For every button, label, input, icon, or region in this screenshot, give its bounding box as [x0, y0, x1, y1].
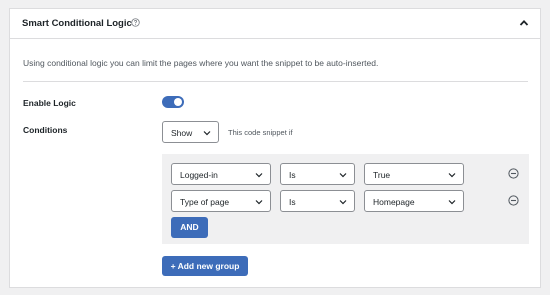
chevron-up-icon[interactable]: [519, 18, 529, 28]
rule-1-value: True: [373, 170, 391, 180]
chevron-down-icon: [448, 200, 456, 205]
rule-1-operator-select[interactable]: Is: [280, 163, 355, 185]
rule-1-operator-value: Is: [289, 170, 296, 180]
remove-rule-1-icon[interactable]: [508, 168, 519, 179]
chevron-down-icon: [255, 200, 263, 205]
rule-2-operator-select[interactable]: Is: [280, 190, 355, 212]
rule-2-value-select[interactable]: Homepage: [364, 190, 464, 212]
rule-2-field-select[interactable]: Type of page: [171, 190, 271, 212]
show-hide-value: Show: [171, 128, 193, 138]
chevron-down-icon: [203, 131, 211, 136]
rule-1-field-value: Logged-in: [180, 170, 218, 180]
smart-conditional-logic-panel: Smart Conditional Logic Using conditiona…: [9, 8, 541, 288]
help-circle-icon[interactable]: [131, 18, 140, 27]
enable-logic-label: Enable Logic: [23, 98, 76, 108]
chevron-down-icon: [339, 200, 347, 205]
rule-1-value-select[interactable]: True: [364, 163, 464, 185]
conditions-hint: This code snippet if: [228, 128, 293, 137]
conditions-label: Conditions: [23, 125, 68, 135]
remove-rule-2-icon[interactable]: [508, 195, 519, 206]
chevron-down-icon: [255, 173, 263, 178]
show-hide-select[interactable]: Show: [162, 121, 219, 143]
chevron-down-icon: [339, 173, 347, 178]
rule-2-value: Homepage: [373, 197, 415, 207]
condition-group: Logged-in Is True Type of page Is Homepa…: [162, 154, 529, 244]
rule-2-operator-value: Is: [289, 197, 296, 207]
enable-logic-toggle[interactable]: [162, 96, 184, 108]
panel-title: Smart Conditional Logic: [22, 18, 132, 29]
add-new-group-button[interactable]: + Add new group: [162, 256, 248, 276]
panel-description: Using conditional logic you can limit th…: [23, 58, 379, 68]
chevron-down-icon: [448, 173, 456, 178]
panel-header[interactable]: Smart Conditional Logic: [10, 9, 540, 39]
rule-1-field-select[interactable]: Logged-in: [171, 163, 271, 185]
divider: [23, 81, 528, 82]
and-button[interactable]: AND: [171, 217, 208, 238]
toggle-knob: [174, 98, 182, 106]
rule-2-field-value: Type of page: [180, 197, 230, 207]
